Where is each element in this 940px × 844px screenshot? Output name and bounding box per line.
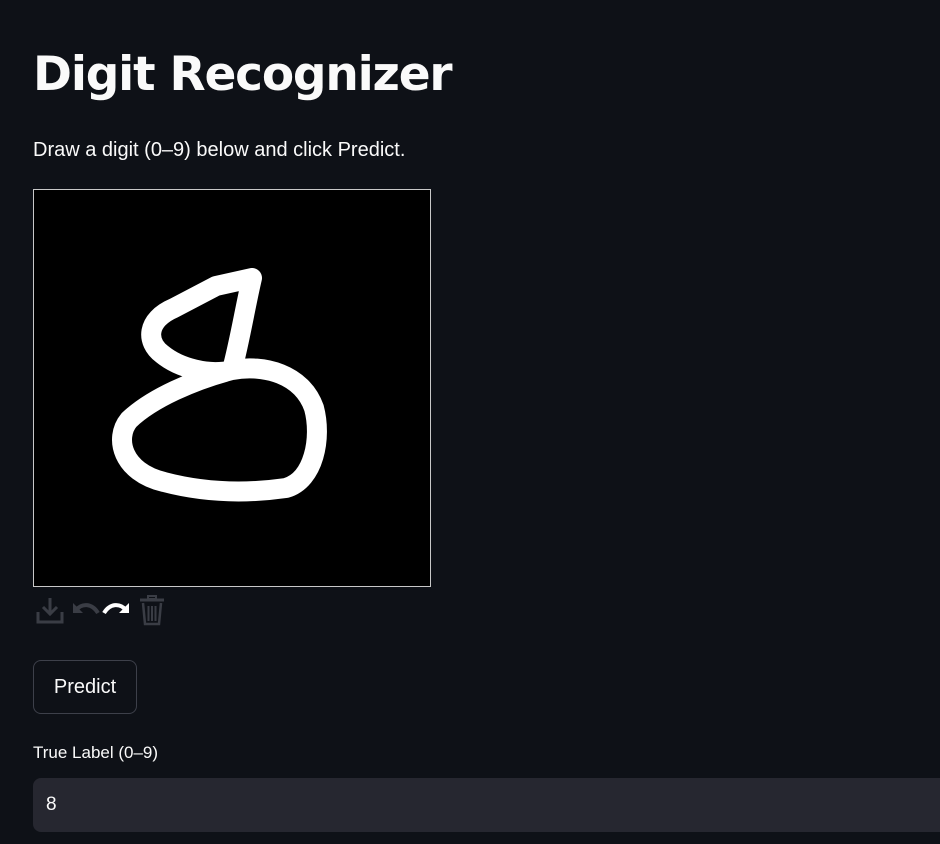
undo-icon[interactable]: [67, 592, 101, 628]
redo-icon[interactable]: [101, 592, 135, 628]
predict-button[interactable]: Predict: [33, 660, 137, 714]
download-icon[interactable]: [33, 592, 67, 628]
true-label-input[interactable]: [33, 778, 940, 832]
drawing-canvas[interactable]: [33, 189, 431, 587]
canvas-toolbar: [33, 592, 169, 628]
page-title: Digit Recognizer: [33, 47, 453, 102]
true-label-field-label: True Label (0–9): [33, 743, 159, 762]
instructions-text: Draw a digit (0–9) below and click Predi…: [33, 139, 406, 161]
trash-icon[interactable]: [135, 592, 169, 628]
app-page: Digit Recognizer Draw a digit (0–9) belo…: [0, 0, 940, 844]
drawn-digit-stroke: [112, 268, 327, 502]
